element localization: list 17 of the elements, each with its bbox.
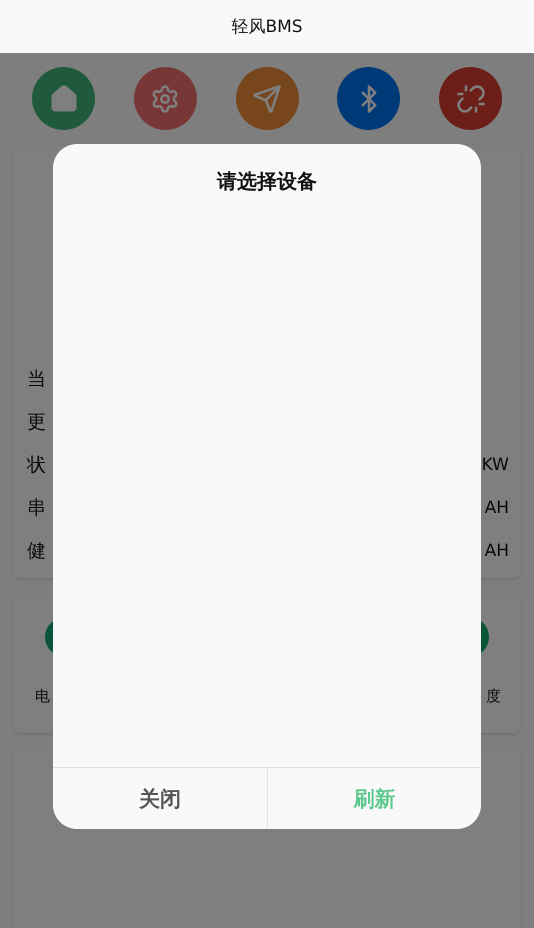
settings-icon [150, 84, 180, 114]
metric-label: 电 [35, 687, 50, 706]
status-unit: KW [482, 454, 509, 474]
status-label: 状 [27, 452, 46, 478]
status-unit: AH [484, 540, 509, 560]
status-unit: AH [484, 498, 509, 518]
status-label: 当 [27, 366, 46, 392]
send-icon [252, 84, 282, 114]
status-label: 健 [27, 538, 46, 564]
broken-link-icon [456, 84, 486, 114]
metric-label: 度 [486, 687, 501, 706]
status-label: 串 [27, 496, 46, 520]
home-icon [48, 84, 78, 114]
close-button[interactable]: 关闭 [53, 768, 266, 829]
status-label: 更 [27, 410, 46, 434]
dialog-title: 请选择设备 [217, 168, 317, 195]
app-title: 轻风BMS [231, 16, 303, 38]
